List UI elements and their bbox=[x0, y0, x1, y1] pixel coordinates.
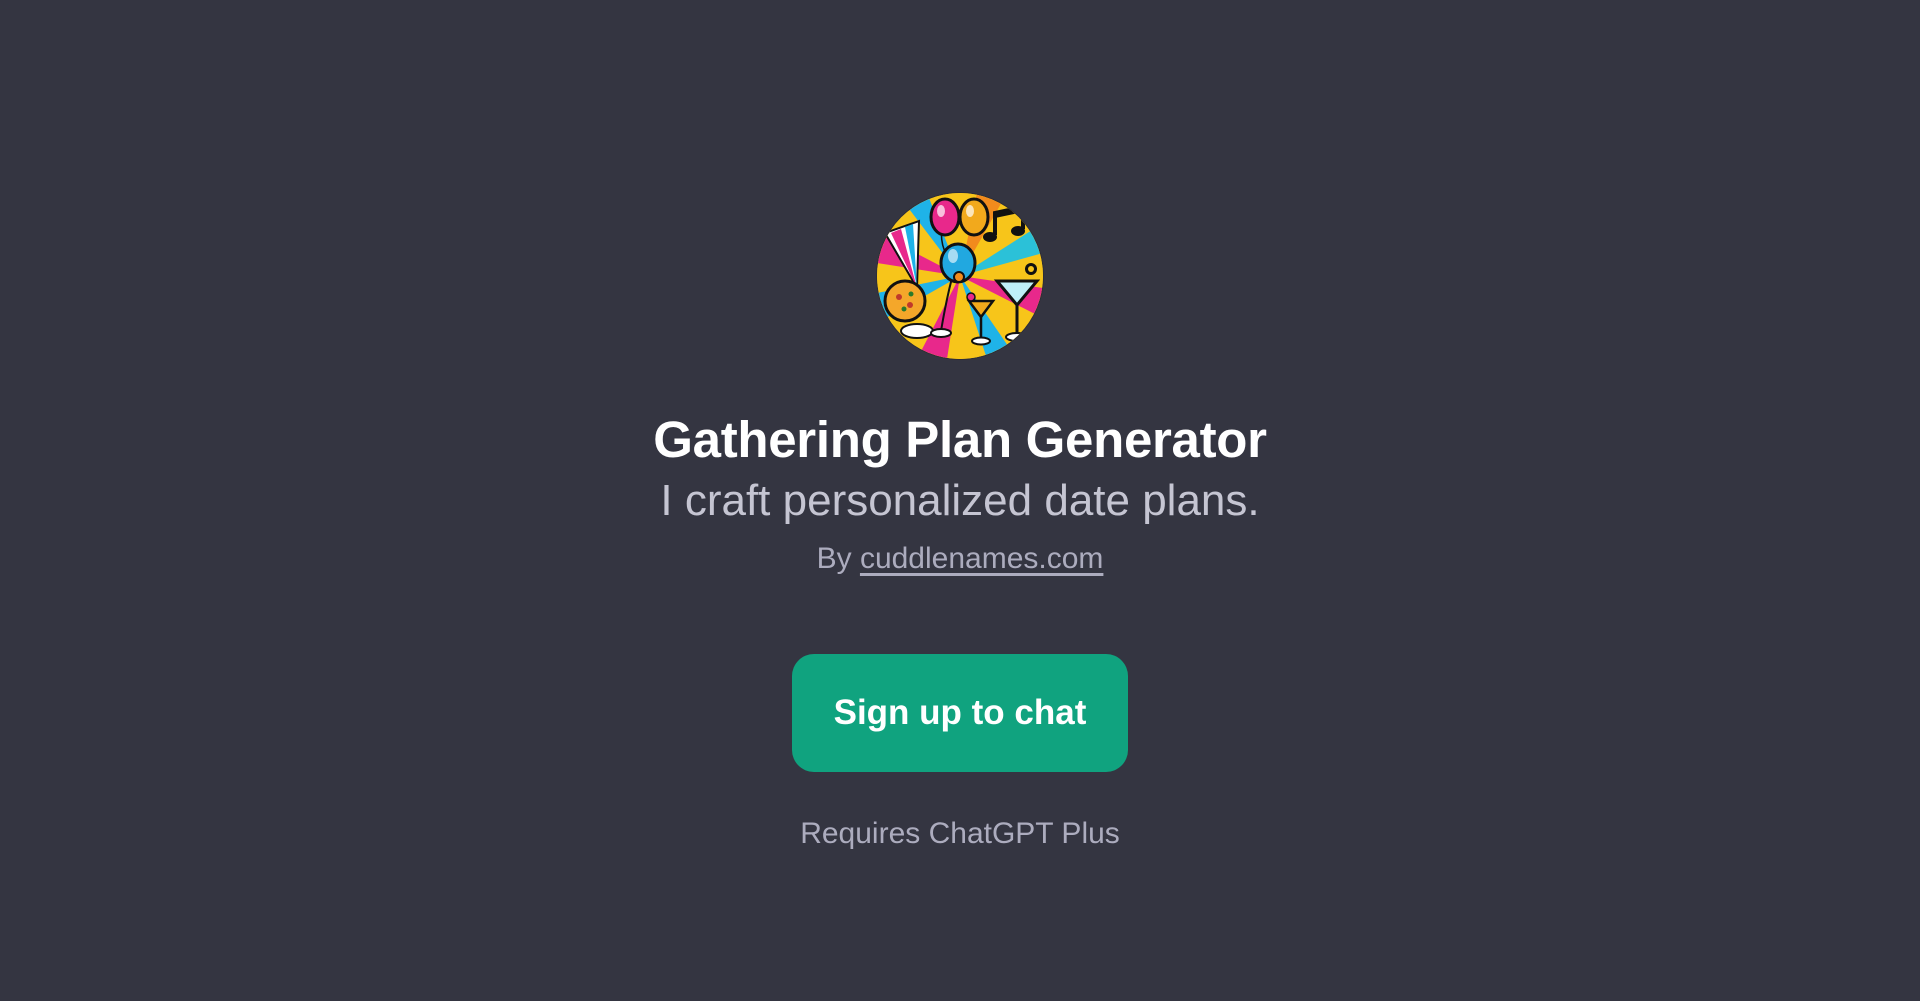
sign-up-to-chat-button[interactable]: Sign up to chat bbox=[792, 654, 1128, 772]
author-link[interactable]: cuddlenames.com bbox=[860, 542, 1103, 575]
gpt-info-stack: Gathering Plan Generator I craft persona… bbox=[0, 0, 1920, 1001]
gpt-landing-page: Gathering Plan Generator I craft persona… bbox=[0, 0, 1920, 1001]
party-celebration-icon bbox=[877, 193, 1043, 359]
author-prefix: By bbox=[816, 542, 852, 575]
requirement-note: Requires ChatGPT Plus bbox=[800, 817, 1120, 850]
author-byline: By cuddlenames.com bbox=[817, 539, 1104, 579]
gpt-description: I craft personalized date plans. bbox=[660, 476, 1260, 525]
gpt-title: Gathering Plan Generator bbox=[653, 411, 1267, 468]
